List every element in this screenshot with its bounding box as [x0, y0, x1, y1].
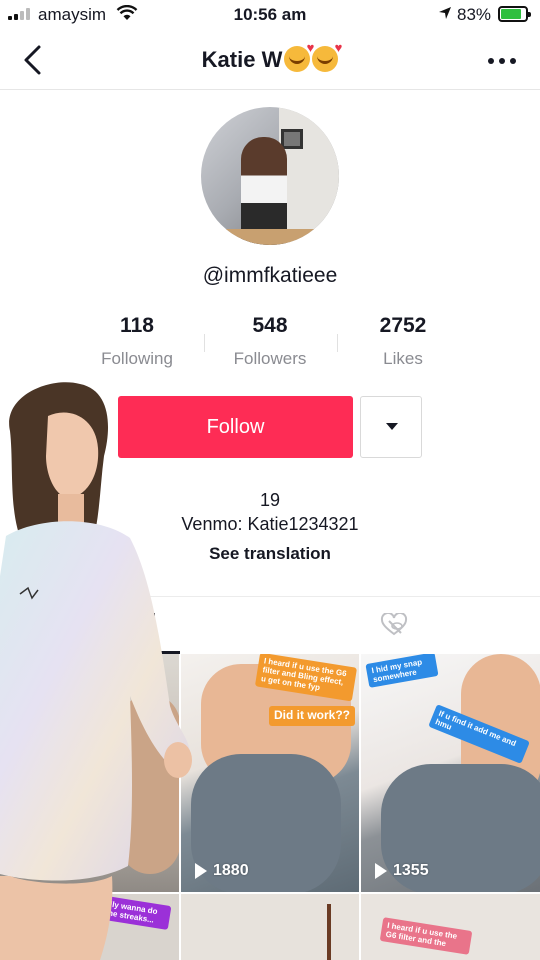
stat-likes[interactable]: 2752 Likes	[336, 314, 470, 369]
avatar-picture-frame	[281, 129, 303, 149]
battery-level-fill	[501, 9, 521, 19]
view-count-value: 1880	[213, 862, 249, 879]
more-dot	[488, 58, 494, 64]
location-arrow-icon	[439, 7, 451, 19]
suggested-accounts-dropdown-button[interactable]	[360, 396, 422, 458]
stat-following[interactable]: 118 Following	[70, 314, 204, 369]
video-caption: I hid my snap somewhere	[365, 654, 439, 689]
play-icon	[195, 863, 207, 879]
profile-name: Katie W	[0, 40, 540, 73]
stat-value: 118	[120, 314, 154, 337]
smiling-face-with-hearts-icon	[312, 40, 342, 72]
video-thumbnail[interactable]: I hid my snap somewhere If u find it add…	[361, 654, 540, 892]
play-icon	[375, 863, 387, 879]
video-caption: Did it work??	[269, 706, 355, 726]
more-options-button[interactable]	[488, 58, 516, 64]
more-dot	[499, 58, 505, 64]
video-thumbnail[interactable]: I heard if u use the G6 filter and the	[361, 894, 540, 960]
profile-stats: 118 Following 548 Followers 2752 Likes	[70, 314, 470, 374]
battery-percent: 83%	[457, 5, 492, 24]
person-sticker-overlay	[0, 382, 192, 960]
stat-label: Followers	[233, 349, 307, 368]
heart-hidden-icon[interactable]	[380, 613, 408, 637]
video-thumbnail[interactable]: I heard if u use the G6 filter and Bling…	[181, 654, 359, 892]
more-dot	[510, 58, 516, 64]
video-thumbnail[interactable]	[181, 894, 359, 960]
view-count: 1880	[195, 862, 249, 880]
status-bar: amaysim 10:56 am 83%	[0, 0, 540, 30]
smiling-face-with-hearts-icon	[284, 40, 314, 72]
top-nav-bar: Katie W	[0, 30, 540, 90]
avatar-floor	[201, 229, 339, 245]
thumbnail-figure	[327, 904, 331, 960]
avatar-wall	[279, 107, 339, 245]
stat-label: Likes	[383, 349, 423, 368]
stat-label: Following	[101, 349, 173, 368]
view-count-value: 1355	[393, 862, 429, 879]
video-caption: I heard if u use the G6 filter and the	[379, 917, 473, 956]
view-count: 1355	[375, 862, 429, 880]
avatar[interactable]	[201, 107, 339, 245]
stat-value: 2752	[379, 314, 427, 337]
profile-name-text: Katie W	[201, 47, 283, 72]
battery-icon	[498, 6, 531, 22]
stat-value: 548	[252, 314, 288, 337]
caret-down-icon	[386, 423, 398, 430]
username-handle: @immfkatieee	[202, 264, 338, 287]
stat-followers[interactable]: 548 Followers	[203, 314, 337, 369]
